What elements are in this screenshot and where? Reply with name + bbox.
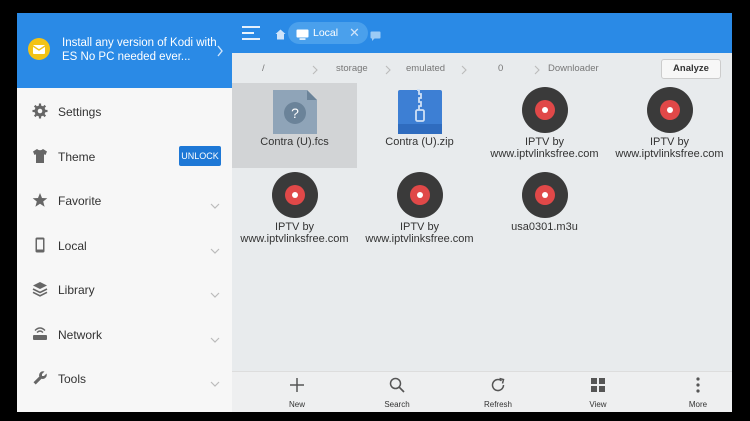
home-icon[interactable] [275,27,286,45]
tab-label: Local [313,27,339,39]
unlock-button[interactable]: UNLOCK [179,146,221,166]
more-button[interactable]: More [663,372,732,412]
es-file-explorer-window: Install any version of Kodi with ES No P… [17,13,732,412]
chevron-right-icon [312,62,318,80]
zip-file-icon [396,86,444,134]
tablet-icon [296,27,309,45]
file-name: usa0301.m3u [511,221,578,233]
chevron-down-icon [210,330,220,348]
file-browser-panel: Local ✕ / storage emulated 0 Downloader … [232,13,732,412]
menu-icon[interactable] [242,25,260,41]
chevron-right-icon [216,44,224,62]
unknown-file-icon: ? [271,86,319,134]
breadcrumb-0[interactable]: 0 [498,63,503,74]
chevron-down-icon [210,374,220,392]
chevron-right-icon [461,62,467,80]
close-icon[interactable]: ✕ [349,25,360,41]
analyze-button[interactable]: Analyze [661,59,721,79]
sidebar-item-library[interactable]: Library [17,269,232,313]
search-icon [389,377,405,398]
sidebar-item-label: Tools [58,372,87,386]
sidebar-item-label: Favorite [58,194,102,208]
media-disc-icon [521,86,569,134]
file-name: Contra (U).fcs [260,136,329,148]
sidebar-item-label: Network [58,328,103,342]
file-item[interactable]: Contra (U).zip [357,83,482,168]
new-button[interactable]: New [262,372,332,412]
file-item[interactable]: IPTV by www.iptvlinksfree.com [482,83,607,168]
svg-text:?: ? [291,105,299,121]
chevron-right-icon [385,62,391,80]
breadcrumb: / storage emulated 0 Downloader Analyze [232,53,732,82]
promo-banner[interactable]: Install any version of Kodi with ES No P… [17,13,232,88]
shirt-icon [32,148,48,164]
file-name: IPTV by www.iptvlinksfree.com [240,221,349,245]
sidebar-item-network[interactable]: Network [17,314,232,358]
media-disc-icon [396,171,444,219]
breadcrumb-downloader[interactable]: Downloader [548,63,599,74]
top-bar: Local ✕ [232,13,732,53]
view-label: View [589,400,607,409]
mail-icon [28,38,50,60]
chevron-down-icon [210,241,220,259]
file-name: IPTV by www.iptvlinksfree.com [615,136,724,160]
refresh-button[interactable]: Refresh [463,372,533,412]
tab-local[interactable]: Local ✕ [288,22,368,44]
plus-icon [289,377,305,398]
sidebar-item-settings[interactable]: Settings [17,91,232,135]
star-icon [32,192,48,208]
file-item[interactable]: IPTV by www.iptvlinksfree.com [607,83,732,168]
grid-view-icon [590,377,606,398]
file-name: IPTV by www.iptvlinksfree.com [490,136,599,160]
file-item[interactable]: usa0301.m3u [482,168,607,253]
chevron-right-icon [534,62,540,80]
breadcrumb-root[interactable]: / [262,63,265,74]
wrench-icon [32,370,48,386]
more-vertical-icon [690,377,706,398]
sidebar-item-label: Settings [58,105,102,119]
search-label: Search [384,400,410,409]
file-name: Contra (U).zip [385,136,454,148]
file-item[interactable]: IPTV by www.iptvlinksfree.com [232,168,357,253]
sidebar: Install any version of Kodi with ES No P… [17,13,232,412]
file-item[interactable]: IPTV by www.iptvlinksfree.com [357,168,482,253]
new-label: New [288,400,305,409]
refresh-label: Refresh [483,400,512,409]
sidebar-item-theme[interactable]: Theme UNLOCK [17,136,232,180]
breadcrumb-storage[interactable]: storage [336,63,368,74]
media-disc-icon [646,86,694,134]
view-button[interactable]: View [563,372,633,412]
sidebar-item-tools[interactable]: Tools [17,358,232,402]
phone-icon [32,237,48,253]
layers-icon [32,281,48,297]
file-item[interactable]: ? Contra (U).fcs [232,83,357,168]
search-button[interactable]: Search [362,372,432,412]
chevron-down-icon [210,285,220,303]
sidebar-item-label: Library [58,283,95,297]
media-disc-icon [521,171,569,219]
chevron-down-icon [210,196,220,214]
breadcrumb-emulated[interactable]: emulated [406,63,445,74]
gear-icon [32,103,48,119]
router-icon [32,326,48,342]
sidebar-item-local[interactable]: Local [17,225,232,269]
sidebar-item-label: Local [58,239,87,253]
sidebar-item-label: Theme [58,150,96,164]
media-disc-icon [271,171,319,219]
file-name: IPTV by www.iptvlinksfree.com [365,221,474,245]
more-label: More [688,400,708,409]
window-icon[interactable] [370,28,381,46]
sidebar-item-favorite[interactable]: Favorite [17,180,232,224]
bottom-toolbar: New Search Refresh View More [232,371,732,412]
promo-text: Install any version of Kodi with ES No P… [62,37,217,63]
refresh-icon [490,377,506,398]
